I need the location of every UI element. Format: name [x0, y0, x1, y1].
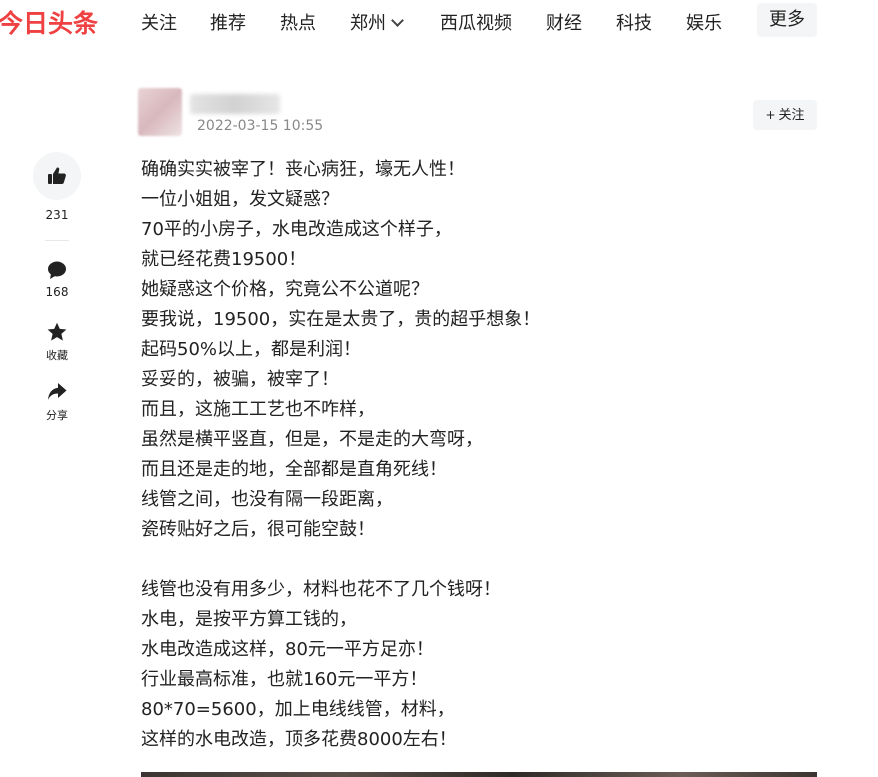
share-icon[interactable]: [47, 382, 67, 402]
article-line: 要我说，19500，实在是太贵了，贵的超乎想象！: [141, 309, 541, 330]
article-line: 线管之间，也没有隔一段距离，: [141, 489, 393, 510]
article-line: 瓷砖贴好之后，很可能空鼓！: [141, 519, 375, 540]
nav-item-city[interactable]: 郑州: [350, 9, 404, 35]
article-line: 80*70=5600，加上电线线管，材料，: [141, 699, 455, 720]
article-body: 确确实实被宰了！丧心病狂，壕无人性！ 一位小姐姐，发文疑惑？ 70平的小房子，水…: [141, 155, 821, 755]
collect-label: 收藏: [46, 349, 68, 362]
nav-item-city-label: 郑州: [350, 13, 386, 34]
article-line: 虽然是横平竖直，但是，不是走的大弯呀，: [141, 429, 483, 450]
comment-count: 168: [45, 285, 69, 299]
publish-time: 2022-03-15 10:55: [197, 118, 324, 134]
like-count: 231: [45, 208, 69, 222]
like-button[interactable]: [33, 152, 81, 200]
chevron-down-icon: [391, 14, 404, 27]
nav-item-xigua-video[interactable]: 西瓜视频: [440, 9, 512, 35]
article-line: 确确实实被宰了！丧心病狂，壕无人性！: [141, 159, 465, 180]
site-logo[interactable]: 今日头条: [0, 4, 98, 40]
article-image-top-edge: [141, 772, 817, 777]
article-line: 起码50%以上，都是利润！: [141, 339, 362, 360]
article-line: 这样的水电改造，顶多花费8000左右！: [141, 729, 457, 750]
nav-item-entertainment[interactable]: 娱乐: [686, 9, 722, 35]
article-line: 而且，这施工工艺也不咋样，: [141, 399, 375, 420]
author-avatar[interactable]: [138, 88, 182, 136]
nav-more-button[interactable]: 更多: [757, 3, 817, 37]
nav-item-hot[interactable]: 热点: [280, 9, 316, 35]
top-nav: 今日头条 关注 推荐 热点 郑州 西瓜视频 财经 科技 娱乐 更多: [0, 0, 878, 42]
article-line: 而且还是走的地，全部都是直角死线！: [141, 459, 447, 480]
article-line: 水电改造成这样，80元一平方足亦！: [141, 639, 434, 660]
nav-item-follow[interactable]: 关注: [141, 9, 177, 35]
article-line: 就已经花费19500！: [141, 249, 307, 270]
article-line: 70平的小房子，水电改造成这个样子，: [141, 219, 452, 240]
article-line: 她疑惑这个价格，究竟公不公道呢？: [141, 279, 429, 300]
follow-button-label: 关注: [778, 108, 805, 123]
author-name-blurred[interactable]: [190, 94, 280, 114]
star-icon[interactable]: [47, 322, 67, 342]
article-line: 行业最高标准，也就160元一平方！: [141, 669, 428, 690]
thumbs-up-icon: [48, 167, 66, 184]
article-line: 妥妥的，被骗，被宰了！: [141, 369, 339, 390]
article-line: 一位小姐姐，发文疑惑？: [141, 189, 339, 210]
nav-item-finance[interactable]: 财经: [546, 9, 582, 35]
nav-item-tech[interactable]: 科技: [616, 9, 652, 35]
follow-button[interactable]: + 关注: [753, 100, 817, 130]
article-line: 水电，是按平方算工钱的，: [141, 609, 357, 630]
share-label: 分享: [46, 409, 68, 422]
comment-icon[interactable]: [47, 260, 67, 280]
nav-item-recommend[interactable]: 推荐: [210, 9, 246, 35]
plus-icon: +: [765, 108, 776, 122]
sidebar-divider: [45, 240, 69, 241]
article-line: 线管也没有用多少，材料也花不了几个钱呀！: [141, 579, 501, 600]
